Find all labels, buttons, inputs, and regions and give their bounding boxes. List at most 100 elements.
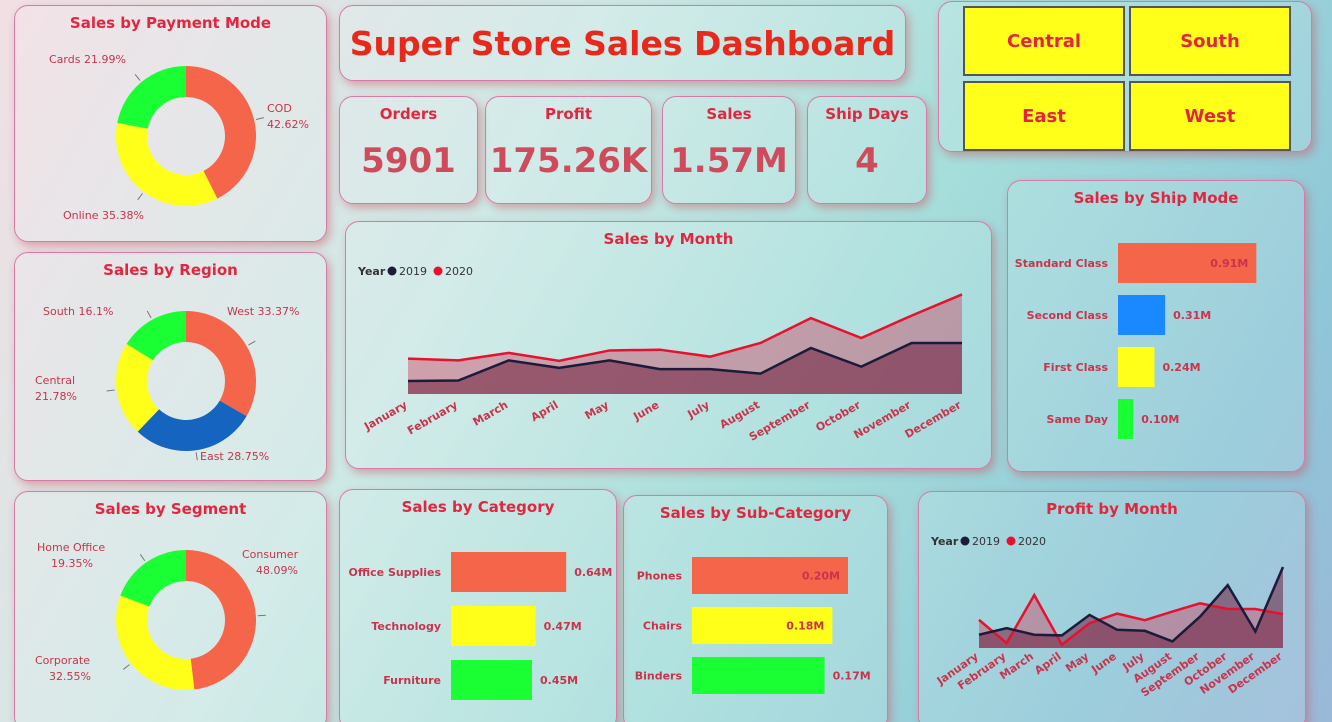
bar-same-day[interactable]: [1118, 399, 1134, 439]
bar-value-standard-class: 0.91M: [1210, 257, 1248, 270]
bar-value-chairs: 0.18M: [786, 620, 824, 633]
x-tick-february: February: [405, 398, 460, 437]
region-filter-card: Central South East West: [938, 1, 1312, 152]
bar-value-binders: 0.17M: [833, 670, 871, 683]
slice-online[interactable]: [115, 122, 218, 206]
bar-category-phones: Phones: [637, 570, 683, 583]
slice-label-consumer: Consumer: [242, 548, 299, 561]
bar-technology[interactable]: [451, 606, 536, 646]
x-tick-december: December: [903, 398, 964, 441]
x-tick-june: June: [630, 398, 661, 423]
slice-label-central: Central: [35, 374, 75, 387]
kpi-profit-label: Profit: [545, 105, 592, 123]
x-tick-january: January: [361, 398, 409, 433]
sub-category-chart: Phones 0.20M Chairs 0.18M Binders 0.17M: [635, 557, 871, 694]
slice-label-south: South 16.1%: [43, 305, 113, 318]
profit-by-month-chart: Year 2019 2020JanuaryFebruaryMarchApril May…: [930, 535, 1285, 700]
legend-marker-2020[interactable]: [433, 266, 443, 276]
segment-card: Sales by Segment Consumer 48.09% Corporate…: [14, 491, 327, 722]
x-tick-july: July: [685, 398, 712, 421]
region-filter-west[interactable]: West: [1129, 81, 1291, 151]
bar-furniture[interactable]: [451, 660, 532, 700]
x-tick-march: March: [471, 398, 511, 428]
bar-second-class[interactable]: [1118, 295, 1166, 335]
legend-title: Year: [357, 265, 386, 278]
leader-line-corporate: [122, 664, 130, 670]
bar-category-binders: Binders: [635, 670, 683, 683]
payment-mode-donut: COD 42.62% Online 35.38% Cards 21.99%: [49, 53, 309, 222]
leader-line-south: [146, 310, 152, 319]
ship-mode-card: Sales by Ship Mode Standard Class 0.91M Se…: [1007, 180, 1305, 472]
sales-by-month-card: Sales by Month Year 2019 2020 January Februa…: [345, 221, 992, 469]
dashboard-title: Super Store Sales Dashboard: [349, 24, 896, 63]
payment-mode-card: Sales by Payment Mode COD 42.62% Online 35…: [14, 5, 327, 242]
leader-line-central: [106, 389, 115, 392]
slice-label-west: West 33.37%: [227, 305, 299, 318]
slice-label-east: East 28.75%: [200, 450, 269, 463]
kpi-sales-value: 1.57M: [670, 141, 788, 181]
legend-marker-2019[interactable]: [960, 536, 970, 546]
slice-corporate[interactable]: [115, 595, 195, 690]
sub-category-card: Sales by Sub-Category Phones 0.20M Chairs 0…: [623, 495, 888, 722]
kpi-orders-card: Orders 5901: [339, 96, 478, 204]
kpi-sales-label: Sales: [706, 105, 752, 123]
category-chart: Office Supplies 0.64M Technology 0.47M Furni…: [349, 552, 612, 700]
slice-label-cards: Cards 21.99%: [49, 53, 126, 66]
bar-category-furniture: Furniture: [383, 674, 441, 687]
bar-value-technology: 0.47M: [544, 620, 582, 633]
x-tick-may: May: [1063, 650, 1091, 675]
bar-category-first-class: First Class: [1043, 361, 1108, 374]
kpi-shipdays-value: 4: [855, 141, 879, 181]
legend-label-2020: 2020: [445, 265, 473, 278]
bar-binders[interactable]: [692, 657, 825, 694]
leader-line-cards: [134, 74, 141, 81]
bar-category-second-class: Second Class: [1027, 309, 1109, 322]
kpi-sales-card: Sales 1.57M: [662, 96, 796, 204]
slice-label-corporate: Corporate: [35, 654, 90, 667]
bar-category-chairs: Chairs: [643, 620, 683, 633]
bar-office-supplies[interactable]: [451, 552, 567, 592]
region-filter-east[interactable]: East: [963, 81, 1125, 151]
slice-pct-cod: 42.62%: [267, 118, 309, 131]
slice-cards[interactable]: [117, 66, 186, 129]
slice-home-office[interactable]: [120, 550, 186, 607]
kpi-profit-value: 175.26K: [489, 141, 648, 181]
kpi-profit-card: Profit 175.26K: [485, 96, 652, 204]
bar-value-same-day: 0.10M: [1141, 413, 1179, 426]
slice-pct-corporate: 32.55%: [49, 670, 91, 683]
kpi-orders-label: Orders: [379, 105, 438, 123]
profit-by-month-card: Profit by Month Year 2019 2020 January Febru…: [918, 491, 1306, 722]
legend-marker-2020[interactable]: [1006, 536, 1016, 546]
legend-label-2019: 2019: [399, 265, 427, 278]
legend-marker-2019[interactable]: [387, 266, 397, 276]
bar-category-office-supplies: Office Supplies: [349, 566, 442, 579]
kpi-orders-value: 5901: [361, 141, 456, 181]
slice-pct-consumer: 48.09%: [256, 564, 298, 577]
legend-title: Year: [930, 535, 959, 548]
category-card: Sales by Category Office Supplies 0.64M Te…: [339, 489, 617, 722]
area-series-2019: [979, 566, 1283, 648]
dashboard-title-card: Super Store Sales Dashboard: [339, 5, 906, 81]
slice-label-online: Online 35.38%: [63, 209, 144, 222]
leader-line-east: [195, 452, 198, 461]
x-tick-may: May: [583, 398, 611, 422]
leader-line-cod: [255, 117, 264, 120]
bar-category-standard-class: Standard Class: [1015, 257, 1109, 270]
bar-value-phones: 0.20M: [802, 570, 840, 583]
slice-west[interactable]: [186, 311, 256, 417]
slice-consumer[interactable]: [186, 550, 257, 690]
bar-first-class[interactable]: [1118, 347, 1155, 387]
bar-value-second-class: 0.31M: [1173, 309, 1211, 322]
x-tick-april: April: [1032, 650, 1064, 677]
kpi-shipdays-label: Ship Days: [825, 105, 909, 123]
region-donut: West 33.37% East 28.75% Central 21.78% South…: [35, 305, 299, 463]
slice-label-home-office: Home Office: [37, 541, 105, 554]
region-filter-central[interactable]: Central: [963, 6, 1125, 76]
x-tick-april: April: [529, 398, 561, 424]
region-card: Sales by Region West 33.37% East 28.75% Ce…: [14, 252, 327, 481]
region-filter-south[interactable]: South: [1129, 6, 1291, 76]
x-tick-june: June: [1088, 650, 1119, 677]
leader-line-online: [137, 193, 143, 201]
sales-by-month-chart: Year 2019 2020 JanuaryFebruary March April May…: [357, 265, 964, 444]
bar-value-first-class: 0.24M: [1162, 361, 1200, 374]
